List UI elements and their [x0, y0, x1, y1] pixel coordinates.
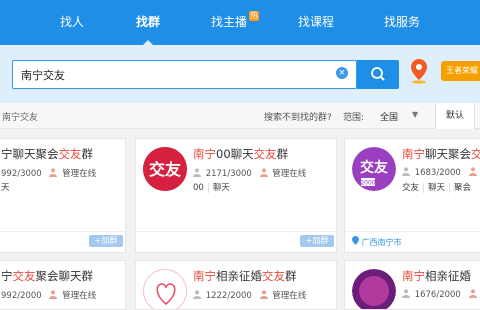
tab-find-people[interactable]: 找人 — [60, 0, 84, 45]
group-card[interactable]: 南宁相亲征婚交友群 1222/2000 管理在线 — [135, 260, 337, 310]
join-group-button[interactable]: +加群 — [89, 235, 123, 247]
avatar-text: 交友 — [149, 160, 182, 179]
tab-label: 找人 — [60, 15, 85, 29]
person-icon — [49, 168, 58, 177]
group-title[interactable]: 南宁聊天聚会交 — [402, 146, 480, 162]
group-meta: 2171/3000 管理在线 — [193, 167, 306, 179]
region-select[interactable]: 全国 — [380, 110, 398, 123]
divider — [0, 231, 125, 232]
group-avatar[interactable]: 交友 — [143, 147, 187, 191]
tab-find-streamers[interactable]: 找主播热 — [211, 0, 260, 45]
members-icon — [402, 289, 410, 298]
group-card[interactable]: 交友 2000 南宁聊天聚会交 1683/2000 交友聊天聚会 广西南宁市 — [344, 138, 480, 253]
filter-bar: 南宁交友 搜索不到找的群? 范围: 全国 ▼ 默认 — [0, 103, 480, 129]
breadcrumb: 南宁交友 — [2, 113, 39, 123]
group-meta: 1683/2000 — [402, 167, 479, 178]
group-title[interactable]: 宁聊天聚会交友群 — [1, 146, 93, 162]
king-glory-badge[interactable]: 王者荣耀 — [441, 61, 480, 81]
chevron-down-icon[interactable]: ▼ — [412, 110, 418, 119]
group-avatar[interactable]: 交友 2000 — [352, 147, 396, 191]
search-icon — [371, 67, 385, 81]
group-tags: 天 — [1, 183, 10, 193]
avatar-image — [352, 269, 396, 309]
group-tags: 00 聊天 — [193, 183, 230, 193]
search-area: × 王者荣耀 — [0, 45, 480, 103]
tab-label: 找群 — [136, 15, 161, 29]
group-avatar[interactable] — [352, 269, 396, 309]
group-card[interactable]: 宁聊天聚会交友群 992/3000 管理在线 天 +加群 — [0, 138, 126, 253]
group-meta: 1676/2000 — [402, 289, 479, 300]
members-icon — [193, 290, 201, 299]
group-card[interactable]: 南宁相亲征婚 1676/2000 — [344, 260, 480, 310]
member-count: 1676/2000 — [414, 290, 461, 300]
tab-find-courses[interactable]: 找课程 — [298, 0, 334, 45]
group-title[interactable]: 南宁00聊天交友群 — [193, 146, 288, 162]
heart-avatar-icon — [156, 283, 176, 305]
group-card[interactable]: 宁交友聚会聊天群 992/2000 管理在线 — [0, 260, 126, 310]
search-input[interactable] — [12, 60, 357, 89]
tab-find-groups[interactable]: 找群 — [136, 0, 160, 45]
avatar-text: 交友 — [360, 159, 388, 176]
divider — [345, 231, 480, 232]
group-avatar[interactable] — [143, 269, 187, 309]
member-count: 1683/2000 — [414, 168, 461, 178]
search-button[interactable] — [357, 60, 399, 89]
group-title[interactable]: 南宁相亲征婚 — [402, 268, 471, 284]
group-meta: 992/2000 管理在线 — [1, 289, 96, 301]
admin-status: 管理在线 — [62, 169, 97, 179]
group-tags: 交友 聊天 聚会 — [402, 183, 472, 193]
members-icon — [402, 167, 410, 176]
person-icon — [259, 168, 268, 177]
group-card[interactable]: 交友 南宁00聊天交友群 2171/3000 管理在线 00 聊天 +加群 — [135, 138, 337, 253]
join-group-button[interactable]: +加群 — [300, 235, 334, 247]
group-title[interactable]: 南宁相亲征婚交友群 — [193, 268, 297, 284]
tab-label: 找服务 — [384, 15, 421, 29]
person-icon — [49, 290, 58, 299]
person-icon — [259, 290, 268, 299]
admin-status: 管理在线 — [272, 169, 307, 179]
location-icon[interactable] — [410, 58, 428, 84]
group-title[interactable]: 宁交友聚会聊天群 — [1, 268, 93, 284]
avatar-year: 2000 — [360, 180, 375, 187]
member-count: 2171/3000 — [205, 169, 252, 179]
group-meta: 1222/2000 管理在线 — [193, 289, 306, 301]
range-label: 范围: — [343, 113, 365, 123]
tab-find-services[interactable]: 找服务 — [384, 0, 420, 45]
top-navigation: 找人 找群 找主播热 找课程 找服务 — [0, 0, 480, 45]
hot-badge: 热 — [249, 11, 260, 21]
tab-label: 找课程 — [298, 15, 335, 29]
sort-default-tab[interactable]: 默认 — [435, 103, 475, 129]
person-icon — [468, 289, 477, 298]
avatar-image: 交友 2000 — [352, 147, 396, 191]
members-icon — [193, 168, 201, 177]
not-found-link[interactable]: 搜索不到找的群? — [264, 110, 332, 123]
member-count: 992/3000 — [1, 169, 42, 179]
avatar-image: 交友 — [143, 147, 187, 191]
group-location: 广西南宁市 — [352, 236, 402, 248]
divider — [136, 231, 336, 232]
tab-label: 找主播 — [211, 15, 248, 29]
group-meta: 992/3000 管理在线 — [1, 167, 96, 179]
person-icon — [468, 167, 477, 176]
location-pin-icon — [352, 236, 359, 245]
clear-icon[interactable]: × — [336, 67, 348, 79]
